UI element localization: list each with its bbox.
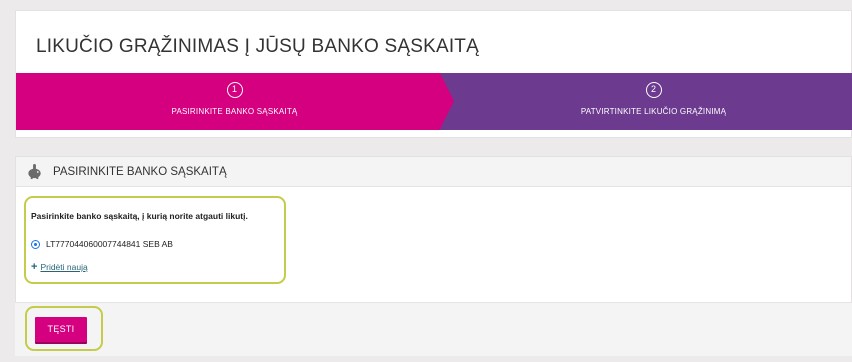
section-title: PASIRINKITE BANKO SĄSKAITĄ bbox=[53, 166, 227, 178]
step-1-label: PASIRINKITE BANKO SĄSKAITĄ bbox=[171, 107, 298, 116]
step-1-arrow bbox=[440, 73, 454, 129]
plus-icon[interactable]: + bbox=[31, 262, 37, 273]
continue-button[interactable]: TĘSTI bbox=[35, 317, 87, 342]
step-2-label: PATVIRTINKITE LIKUČIO GRĄŽINIMĄ bbox=[580, 107, 727, 116]
add-account-link[interactable]: Pridėti naują bbox=[40, 262, 87, 272]
refund-header-card: LIKUČIO GRĄŽINIMAS Į JŪSŲ BANKO SĄSKAITĄ… bbox=[15, 10, 852, 138]
step-1-number: 1 bbox=[226, 82, 243, 98]
account-option[interactable]: LT777044060007744841 SEB AB bbox=[31, 239, 173, 249]
account-prompt: Pasirinkite banko sąskaitą, į kurią nori… bbox=[31, 211, 248, 221]
step-1: 1 PASIRINKITE BANKO SĄSKAITĄ bbox=[16, 73, 453, 130]
step-2-number: 2 bbox=[645, 82, 662, 98]
piggy-bank-icon bbox=[28, 163, 41, 180]
progress-steps: 1 PASIRINKITE BANKO SĄSKAITĄ 2 PATVIRTIN… bbox=[16, 73, 852, 130]
page-title: LIKUČIO GRĄŽINIMAS Į JŪSŲ BANKO SĄSKAITĄ bbox=[36, 36, 479, 57]
footer-area bbox=[15, 303, 852, 356]
step-2: 2 PATVIRTINKITE LIKUČIO GRĄŽINIMĄ bbox=[440, 73, 852, 130]
section-header: PASIRINKITE BANKO SĄSKAITĄ bbox=[16, 157, 851, 187]
add-account-row[interactable]: + Pridėti naują bbox=[31, 262, 88, 273]
account-radio[interactable] bbox=[31, 239, 40, 249]
account-label[interactable]: LT777044060007744841 SEB AB bbox=[46, 239, 173, 249]
